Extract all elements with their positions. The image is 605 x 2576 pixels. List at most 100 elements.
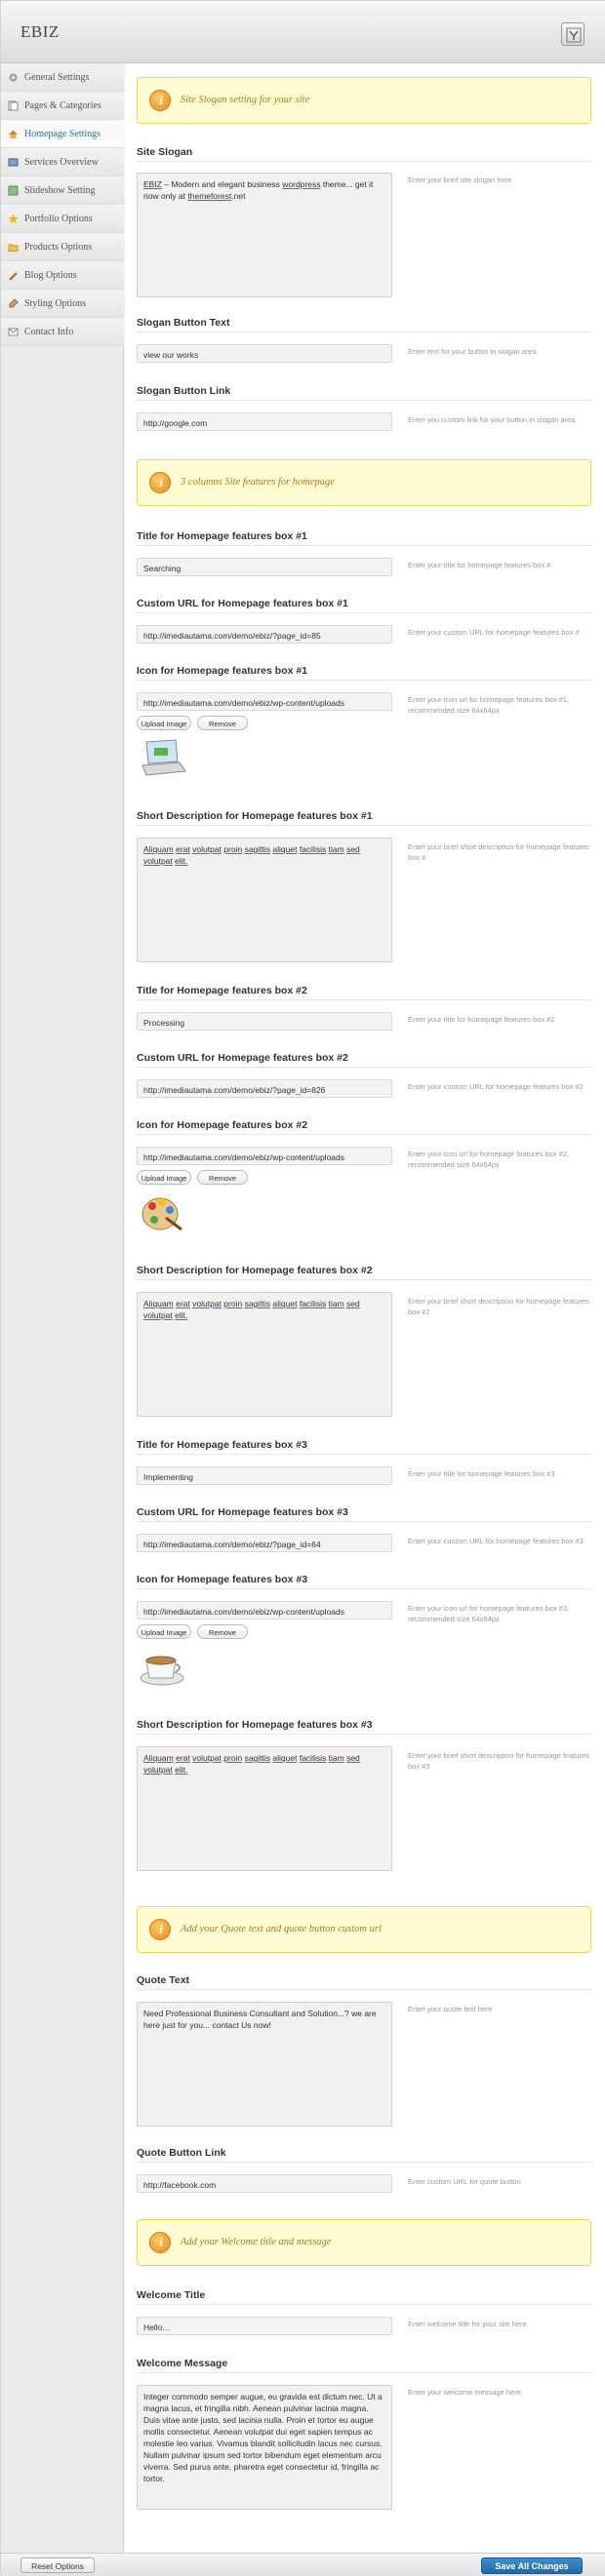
desc-word: volutpat xyxy=(143,856,173,866)
divider xyxy=(137,825,591,826)
help-text: Enter your welcome message here xyxy=(408,2388,521,2397)
brush-icon xyxy=(9,298,19,308)
divider xyxy=(137,161,591,162)
sidebar-item-contact-info[interactable]: Contact Info xyxy=(1,318,124,346)
section-title-feature2-title: Title for Homepage features box #2 xyxy=(137,985,307,996)
desc-word: Aliquam xyxy=(143,1753,174,1763)
help-text: Enter text for your button in slogan are… xyxy=(408,347,537,356)
divider xyxy=(137,612,591,613)
remove-image-button[interactable]: Remove xyxy=(197,716,248,730)
sidebar-item-label: Services Overview xyxy=(24,157,99,168)
welcome-title-input[interactable]: Hello... xyxy=(137,2317,392,2335)
help-text: Enter your title for homepage features b… xyxy=(408,1469,555,1478)
save-all-changes-button[interactable]: Save All Changes xyxy=(481,2557,583,2574)
desc-word: aliquet xyxy=(272,1299,298,1308)
slogan-button-text-input[interactable]: view our works xyxy=(137,344,392,363)
section-title-feature3-url: Custom URL for Homepage features box #3 xyxy=(137,1506,348,1518)
sidebar-item-slideshow-setting[interactable]: Slideshow Setting xyxy=(1,176,124,205)
desc-word: volutpat xyxy=(143,1310,173,1320)
section-title-slogan-button-text: Slogan Button Text xyxy=(137,317,230,329)
help-text: Enter welcome title for your site here xyxy=(408,2320,527,2328)
info-banner-welcome: i Add your Welcome title and message xyxy=(137,2219,591,2266)
desc-word: elit. xyxy=(175,1310,188,1320)
welcome-message-textarea[interactable]: Integer commodo semper augue, eu gravida… xyxy=(137,2385,392,2510)
desc-word: sagittis xyxy=(244,1753,271,1763)
help-text: Enter your brief short description for h… xyxy=(408,1751,589,1771)
section-title-site-slogan: Site Slogan xyxy=(137,146,193,158)
section-title-feature3-title: Title for Homepage features box #3 xyxy=(137,1439,307,1451)
sidebar-item-portfolio-options[interactable]: Portfolio Options xyxy=(1,205,124,233)
sidebar-item-styling-options[interactable]: Styling Options xyxy=(1,290,124,318)
pencil-icon xyxy=(9,272,18,281)
desc-word: proin xyxy=(223,844,243,854)
reset-options-button[interactable]: Reset Options xyxy=(20,2557,95,2573)
desc-word: facilisis xyxy=(299,1299,327,1308)
sidebar-item-homepage-settings[interactable]: Homepage Settings xyxy=(1,120,125,148)
divider xyxy=(137,2162,591,2163)
help-text: Enter your quote text here xyxy=(408,2005,493,2013)
feature2-description-textarea[interactable]: Aliquam erat volutpat proin sagittis ali… xyxy=(137,1292,392,1417)
feature1-url-input[interactable]: http://imediautama.com/demo/ebiz/?page_i… xyxy=(137,625,392,644)
quote-text-textarea[interactable]: Need Professional Business Consultant an… xyxy=(137,2002,392,2127)
desc-word: sed xyxy=(346,844,360,854)
feature2-title-input[interactable]: Processing xyxy=(137,1012,392,1031)
slogan-text-part: themeforest xyxy=(187,191,232,201)
desc-word: sed xyxy=(346,1299,360,1308)
sidebar-item-pages-categories[interactable]: Pages & Categories xyxy=(1,92,124,120)
divider xyxy=(137,1279,591,1280)
desc-word: volutpat xyxy=(143,1765,173,1775)
desc-word: Aliquam xyxy=(143,844,174,854)
desc-word: sagittis xyxy=(244,844,271,854)
info-icon: i xyxy=(149,2232,171,2253)
pages-icon xyxy=(8,100,19,111)
section-title-welcome-message: Welcome Message xyxy=(137,2358,228,2369)
desc-word: tiam xyxy=(328,1753,344,1763)
feature3-title-input[interactable]: Implementing xyxy=(137,1466,392,1485)
star-icon xyxy=(8,214,19,223)
upload-image-button[interactable]: Upload Image xyxy=(137,1624,191,1639)
sidebar-item-services-overview[interactable]: Services Overview xyxy=(1,148,124,176)
upload-image-button[interactable]: Upload Image xyxy=(137,716,191,730)
feature3-url-input[interactable]: http://imediautama.com/demo/ebiz/?page_i… xyxy=(137,1534,392,1552)
banner-text: 3 columns Site features for homepage xyxy=(181,477,335,488)
section-title-feature3-icon: Icon for Homepage features box #3 xyxy=(137,1574,308,1585)
desc-word: elit. xyxy=(175,856,188,866)
desc-word: sed xyxy=(346,1753,360,1763)
sidebar-item-blog-options[interactable]: Blog Options xyxy=(1,261,124,290)
help-text: Enter your icon url for homepage feature… xyxy=(408,1150,570,1169)
divider xyxy=(137,400,591,401)
divider xyxy=(137,2372,591,2373)
divider xyxy=(137,1454,591,1455)
feature1-description-textarea[interactable]: Aliquam erat volutpat proin sagittis ali… xyxy=(137,838,392,962)
feature3-description-textarea[interactable]: Aliquam erat volutpat proin sagittis ali… xyxy=(137,1746,392,1871)
remove-image-button[interactable]: Remove xyxy=(197,1170,248,1185)
divider xyxy=(137,1067,591,1068)
section-title-feature3-desc: Short Description for Homepage features … xyxy=(137,1719,373,1731)
theme-logo-icon xyxy=(561,22,585,46)
sidebar-item-label: Homepage Settings xyxy=(24,129,101,139)
feature1-icon-url-input[interactable]: http://imediautama.com/demo/ebiz/wp-cont… xyxy=(137,692,392,711)
feature3-icon-url-input[interactable]: http://imediautama.com/demo/ebiz/wp-cont… xyxy=(137,1601,392,1620)
feature2-icon-url-input[interactable]: http://imediautama.com/demo/ebiz/wp-cont… xyxy=(137,1147,392,1165)
sidebar-item-label: Portfolio Options xyxy=(24,214,93,224)
feature1-title-input[interactable]: Searching xyxy=(137,558,392,576)
desc-word: facilisis xyxy=(299,844,327,854)
sidebar-item-products-options[interactable]: Products Options xyxy=(1,233,124,261)
section-title-quote-text: Quote Text xyxy=(137,1974,190,1986)
quote-button-link-input[interactable]: http://facebook.com xyxy=(137,2174,392,2193)
services-icon xyxy=(8,158,19,167)
site-slogan-textarea[interactable]: EBIZ – Modern and elegant business wordp… xyxy=(137,173,392,297)
divider xyxy=(137,680,591,681)
feature2-url-input[interactable]: http://imediautama.com/demo/ebiz/?page_i… xyxy=(137,1079,392,1098)
slogan-button-link-input[interactable]: http://google.com xyxy=(137,412,392,431)
remove-image-button[interactable]: Remove xyxy=(197,1624,248,1639)
section-title-feature2-icon: Icon for Homepage features box #2 xyxy=(137,1119,308,1131)
info-banner-slogan: i Site Slogan setting for your site xyxy=(137,77,591,124)
divider xyxy=(137,2304,591,2305)
home-icon xyxy=(9,130,18,138)
upload-image-button[interactable]: Upload Image xyxy=(137,1170,191,1185)
sidebar-item-general-settings[interactable]: General Settings xyxy=(1,63,124,92)
gear-icon xyxy=(9,73,18,82)
desc-word: erat xyxy=(176,1299,190,1308)
info-icon: i xyxy=(149,1919,171,1940)
